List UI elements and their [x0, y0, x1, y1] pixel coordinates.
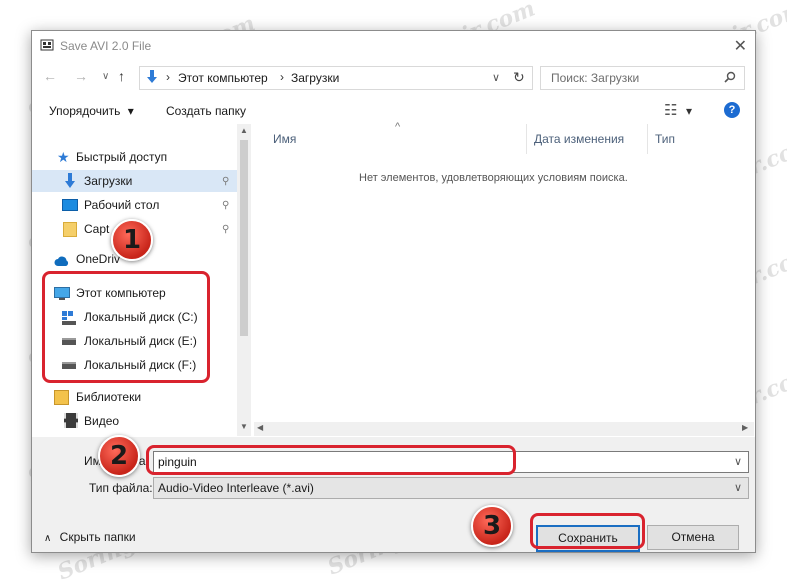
- sort-indicator-icon: ^: [395, 121, 401, 133]
- organize-button[interactable]: Упорядочить ▾: [49, 104, 134, 118]
- annotation-badge-1: 1: [111, 219, 153, 261]
- column-divider: [526, 124, 527, 154]
- folder-icon: [63, 222, 77, 237]
- pin-icon: ⚲: [222, 176, 230, 187]
- view-chevron-icon[interactable]: ▾: [686, 104, 692, 118]
- pin-icon: ⚲: [222, 224, 230, 235]
- sidebar-item-quick-access[interactable]: ★ Быстрый доступ: [32, 146, 237, 168]
- chevron-down-icon[interactable]: ∨: [734, 478, 742, 498]
- column-header-name[interactable]: Имя: [273, 132, 296, 146]
- sidebar-item-label: Рабочий стол: [84, 198, 160, 212]
- search-icon: [724, 71, 736, 86]
- highlight-this-pc-group: [42, 271, 210, 383]
- column-header-date[interactable]: Дата изменения: [534, 132, 624, 146]
- cancel-button[interactable]: Отмена: [647, 525, 739, 550]
- view-options-icon[interactable]: ☷: [664, 101, 677, 119]
- search-input[interactable]: Поиск: Загрузки: [540, 66, 745, 90]
- chevron-down-icon[interactable]: ∨: [734, 452, 742, 472]
- filetype-value: Audio-Video Interleave (*.avi): [158, 481, 314, 495]
- downloads-icon: [63, 173, 77, 196]
- scroll-left-icon[interactable]: ◀: [257, 423, 263, 432]
- scroll-right-icon[interactable]: ▶: [742, 423, 748, 432]
- desktop-icon: [62, 199, 78, 211]
- sidebar-item-label: Быстрый доступ: [76, 150, 168, 164]
- hide-folders-button[interactable]: ∧ Скрыть папки: [44, 530, 136, 544]
- annotation-badge-3: 3: [471, 505, 513, 547]
- film-icon: [64, 413, 78, 428]
- filetype-select[interactable]: Audio-Video Interleave (*.avi) ∨: [153, 477, 749, 499]
- sidebar-item-desktop[interactable]: Рабочий стол ⚲: [32, 194, 237, 216]
- address-row: ← → ∨ ↑ › Этот компьютер › Загрузки ∨ ↻ …: [32, 63, 755, 93]
- column-divider: [647, 124, 648, 154]
- sidebar-item-label: Видео: [84, 414, 120, 428]
- breadcrumb-downloads[interactable]: Загрузки: [291, 71, 339, 85]
- filetype-label: Тип файла:: [89, 481, 153, 495]
- file-list: ^ Имя Дата изменения Тип Нет элементов, …: [254, 121, 754, 436]
- empty-message: Нет элементов, удовлетворяющих условиям …: [359, 172, 628, 184]
- chevron-up-icon: ∧: [44, 533, 52, 544]
- breadcrumb-separator: ›: [166, 70, 170, 84]
- star-icon: ★: [57, 149, 70, 165]
- close-button[interactable]: ✕: [734, 36, 747, 56]
- sidebar-scrollbar[interactable]: ▲ ▼: [237, 124, 251, 436]
- annotation-badge-2: 2: [98, 435, 140, 477]
- pin-icon: ⚲: [222, 200, 230, 211]
- app-icon: [40, 38, 54, 52]
- column-header-type[interactable]: Тип: [655, 132, 675, 146]
- scrollbar-thumb[interactable]: [240, 140, 248, 336]
- title-bar: Save AVI 2.0 File ✕: [32, 31, 755, 62]
- sidebar-item-downloads[interactable]: Загрузки ⚲: [32, 170, 237, 192]
- address-dropdown-icon[interactable]: ∨: [492, 71, 500, 84]
- sidebar-item-libraries[interactable]: Библиотеки: [32, 386, 237, 408]
- sidebar-item-label: Загрузки: [84, 174, 133, 188]
- back-arrow-icon[interactable]: ←: [43, 68, 57, 84]
- up-arrow-icon[interactable]: ↑: [118, 68, 125, 84]
- breadcrumb-separator: ›: [280, 70, 284, 84]
- help-icon[interactable]: ?: [724, 102, 740, 118]
- organize-label: Упорядочить: [49, 104, 121, 118]
- new-folder-button[interactable]: Создать папку: [166, 104, 246, 118]
- address-bar[interactable]: › Этот компьютер › Загрузки ∨ ↻: [139, 66, 533, 90]
- search-placeholder: Поиск: Загрузки: [551, 71, 640, 85]
- forward-arrow-icon[interactable]: →: [74, 68, 88, 84]
- refresh-icon[interactable]: ↻: [513, 69, 525, 86]
- sidebar-item-label: Библиотеки: [76, 390, 142, 404]
- hide-folders-label: Скрыть папки: [59, 530, 136, 544]
- sidebar-item-label: Capt: [84, 222, 110, 236]
- highlight-filename-field: [146, 445, 516, 475]
- scroll-down-icon[interactable]: ▼: [240, 422, 248, 431]
- chevron-down-icon: ▾: [127, 104, 134, 118]
- window-title: Save AVI 2.0 File: [60, 39, 152, 53]
- toolbar: Упорядочить ▾ Создать папку ☷ ▾ ?: [32, 94, 755, 124]
- downloads-arrow-icon: [144, 69, 160, 88]
- sidebar-item-video[interactable]: Видео: [32, 410, 237, 432]
- breadcrumb-this-pc[interactable]: Этот компьютер: [178, 71, 268, 85]
- scroll-up-icon[interactable]: ▲: [240, 126, 248, 135]
- highlight-save-button: [530, 513, 645, 549]
- library-icon: [54, 390, 69, 405]
- horizontal-scrollbar[interactable]: ◀ ▶: [254, 422, 754, 436]
- recent-locations-icon[interactable]: ∨: [102, 71, 109, 82]
